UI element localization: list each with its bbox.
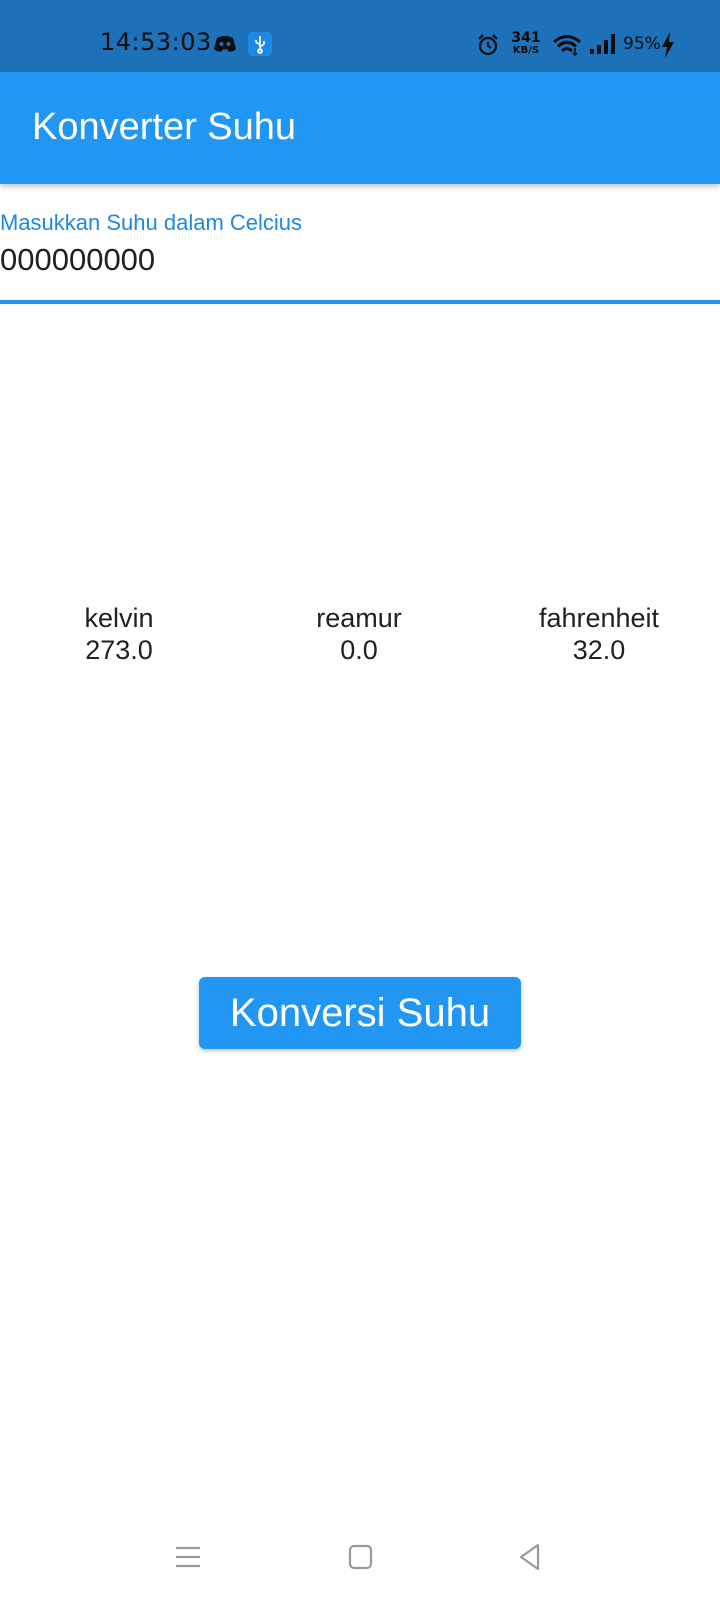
menu-icon[interactable]	[163, 1532, 213, 1582]
fahrenheit-result: fahrenheit 32.0	[499, 602, 699, 666]
reamur-result: reamur 0.0	[259, 602, 459, 666]
app-bar: Konverter Suhu	[0, 72, 720, 184]
wifi-icon	[553, 35, 581, 56]
status-bar: 14:53:03 341 KB/S 95%	[0, 0, 720, 72]
app-title: Konverter Suhu	[32, 106, 297, 148]
convert-button[interactable]: Konversi Suhu	[199, 977, 521, 1049]
kelvin-value: 273.0	[85, 635, 153, 665]
fahrenheit-label: fahrenheit	[538, 603, 660, 633]
reamur-value: 0.0	[340, 635, 378, 665]
reamur-label: reamur	[316, 603, 402, 633]
battery-level: 95%	[623, 34, 661, 54]
celsius-input-label: Masukkan Suhu dalam Celcius	[0, 210, 303, 235]
status-time: 14:53:03	[100, 28, 212, 56]
discord-icon	[214, 36, 236, 52]
kelvin-label: kelvin	[84, 603, 154, 633]
alarm-icon	[478, 34, 498, 56]
celsius-input[interactable]	[0, 242, 700, 278]
net-speed-value: 341	[511, 30, 541, 46]
kelvin-result: kelvin 273.0	[19, 602, 219, 666]
back-icon[interactable]	[506, 1532, 556, 1582]
charging-icon	[662, 32, 674, 58]
net-speed-unit: KB/S	[512, 45, 540, 56]
usb-debug-icon	[248, 32, 272, 56]
input-underline	[0, 300, 720, 304]
net-speed: 341 KB/S	[508, 31, 544, 56]
signal-icon	[590, 34, 615, 54]
navigation-bar	[0, 1510, 720, 1600]
home-icon[interactable]	[335, 1532, 385, 1582]
celsius-input-field[interactable]: Masukkan Suhu dalam Celcius	[0, 206, 720, 304]
fahrenheit-value: 32.0	[572, 635, 626, 665]
